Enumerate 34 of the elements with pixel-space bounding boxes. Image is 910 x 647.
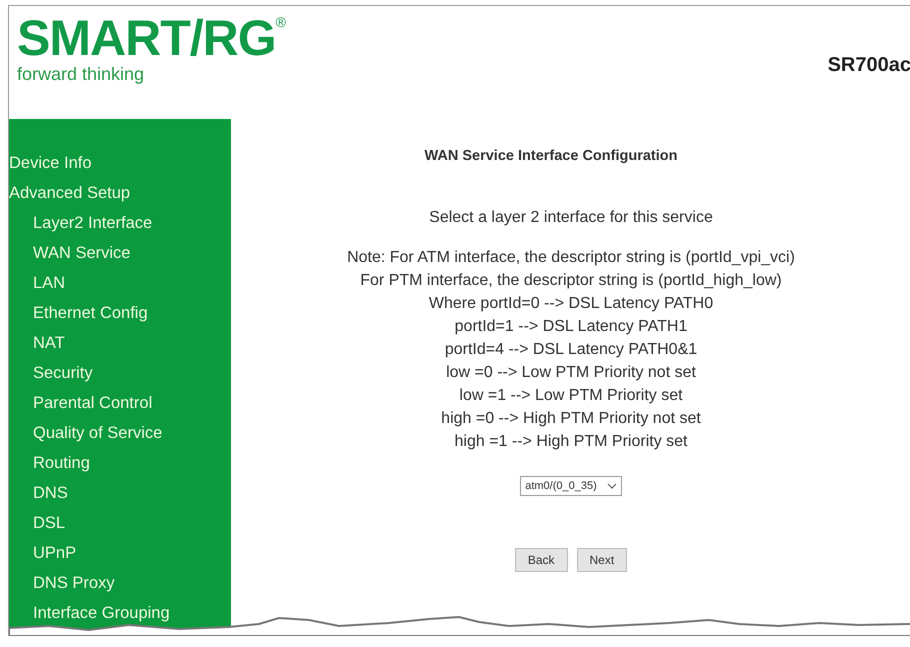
nav-link[interactable]: LAN — [33, 268, 66, 298]
nav-link[interactable]: Routing — [33, 448, 90, 478]
nav-link[interactable]: WAN Service — [33, 238, 130, 268]
note-text: low =0 --> Low PTM Priority not set — [446, 363, 696, 383]
note-text: high =1 --> High PTM Priority set — [454, 432, 688, 452]
note-text: high =0 --> High PTM Priority not set — [441, 409, 701, 429]
nav-link[interactable]: DNS — [33, 478, 68, 508]
nav-link[interactable]: Quality of Service — [33, 418, 162, 448]
tagline: forward thinking — [17, 64, 146, 85]
logo: SMART/RG — [17, 14, 276, 62]
nav-link[interactable]: Layer2 Interface — [33, 208, 152, 238]
nav-link[interactable]: UPnP — [33, 538, 76, 568]
nav-link[interactable]: DSL — [33, 508, 66, 538]
instruction-text: Select a layer 2 interface for this service — [429, 209, 713, 227]
nav-link[interactable]: DNS Proxy — [33, 568, 115, 598]
nav-link[interactable]: Device Info — [9, 148, 92, 178]
note-text: portId=4 --> DSL Latency PATH0&1 — [444, 340, 698, 360]
nav-button[interactable]: Next — [576, 548, 628, 572]
nav-link[interactable]: Security — [33, 358, 93, 388]
nav-link[interactable]: Advanced Setup — [9, 178, 130, 208]
registered-mark: ® — [276, 14, 286, 30]
nav-link[interactable]: Ethernet Config — [33, 298, 148, 328]
note-text: portId=1 --> DSL Latency PATH1 — [454, 317, 688, 337]
note-text: Where portId=0 --> DSL Latency PATH0 — [428, 294, 714, 314]
nav-button[interactable]: Back — [514, 548, 568, 572]
page-title: WAN Service Interface Configuration — [424, 148, 678, 164]
interface-dropdown[interactable]: atm0/(0_0_35) — [520, 476, 622, 496]
note-text: Note: For ATM interface, the descriptor string is (portId_vpi_vci) — [347, 248, 795, 268]
note-text: For PTM interface, the descriptor string is (portId_high_low) — [360, 271, 782, 291]
nav-link[interactable]: NAT — [33, 328, 65, 358]
note-text: low =1 --> Low PTM Priority set — [459, 386, 683, 406]
nav-link[interactable]: Parental Control — [33, 388, 152, 418]
nav-link[interactable]: Interface Grouping — [33, 598, 170, 628]
chevron-down-icon — [606, 483, 617, 489]
